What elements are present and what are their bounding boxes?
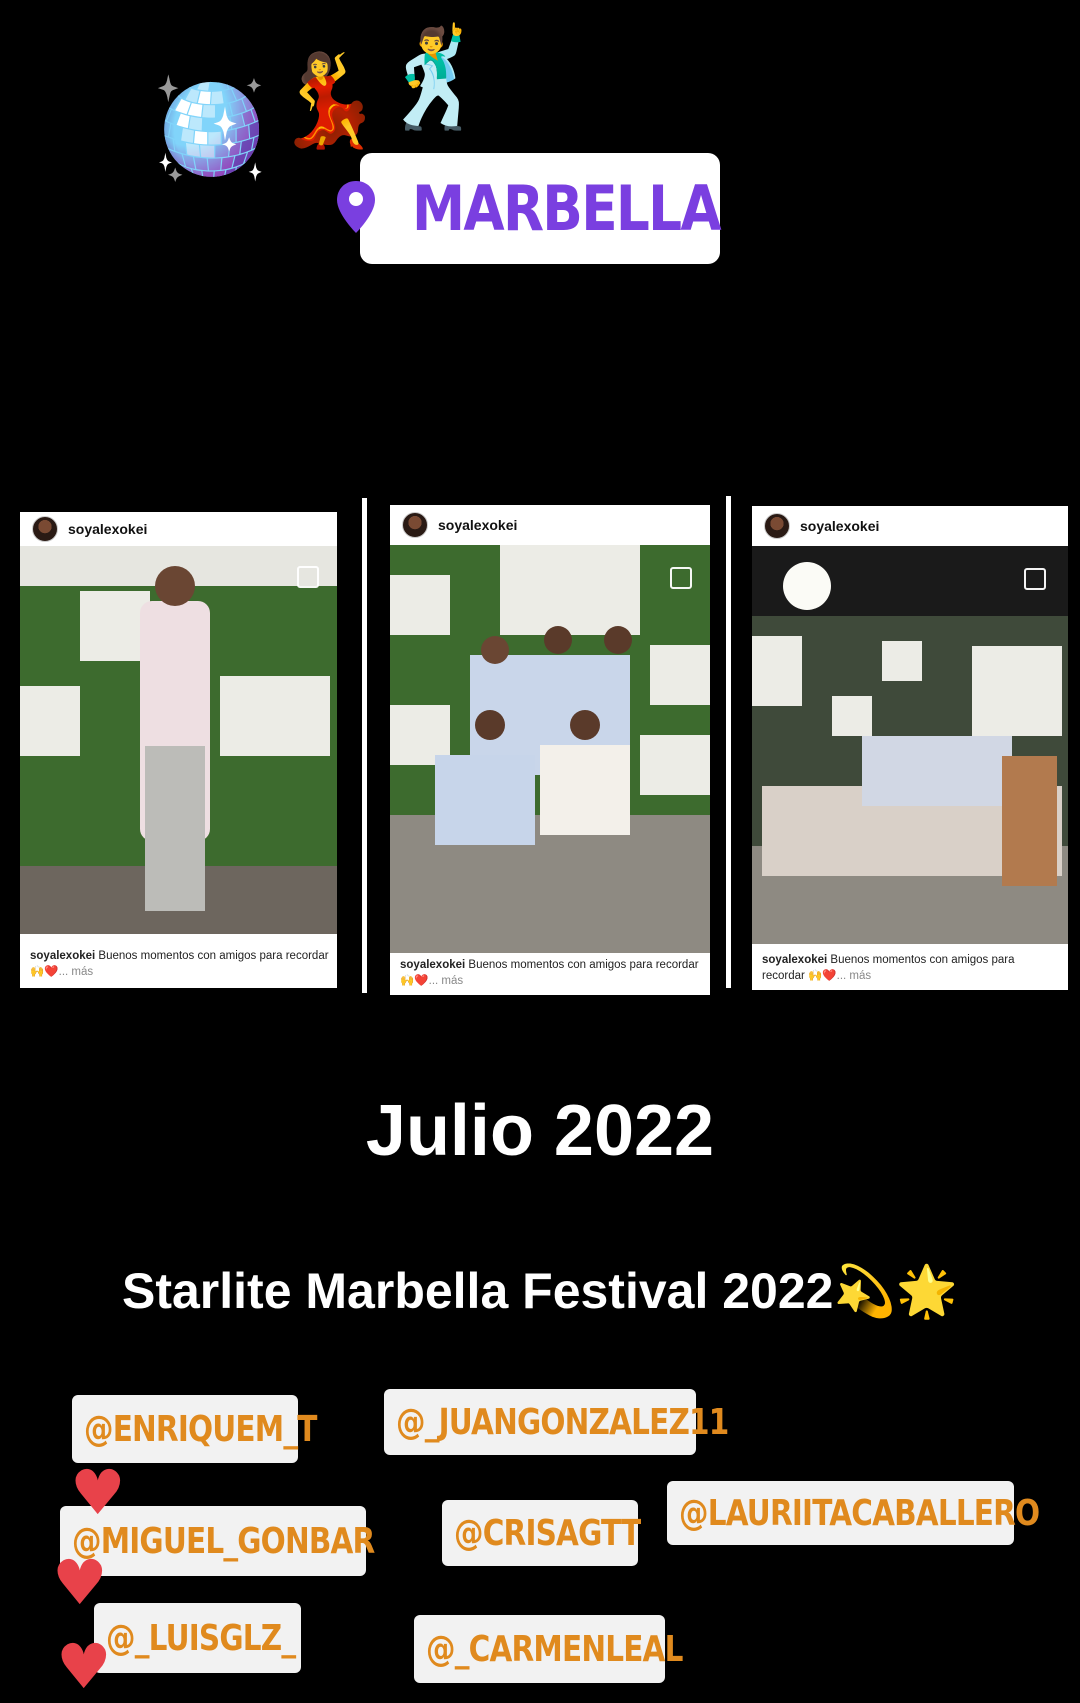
post-caption: soyalexokei Buenos momentos con amigos p… (30, 950, 329, 978)
heart-icon: ♥ (70, 1456, 126, 1529)
divider (362, 498, 367, 993)
mention-sticker[interactable]: @LAURIITACABALLERO (667, 1481, 1040, 1545)
post-username[interactable]: soyalexokei (438, 517, 517, 533)
avatar[interactable] (764, 513, 790, 539)
post-caption: soyalexokei Buenos momentos con amigos p… (762, 954, 1015, 982)
post-photo[interactable] (390, 545, 710, 953)
dancer-man-sticker: 🕺 (376, 22, 496, 134)
mention-sticker[interactable]: @_JUANGONZALEZ11 (384, 1389, 729, 1455)
disco-ball-sticker: 🪩 (150, 72, 270, 184)
post-header: soyalexokei (390, 505, 710, 545)
heart-icon: ♥ (56, 1630, 112, 1703)
post-card-2[interactable]: soyalexokei soyalexokei Buenos momentos … (390, 505, 710, 995)
event-title: Starlite Marbella Festival 2022💫🌟 (122, 1263, 958, 1319)
avatar[interactable] (32, 516, 58, 542)
mention-sticker[interactable]: @ENRIQUEM_T (72, 1395, 317, 1463)
more-link[interactable]: ... más (59, 966, 94, 978)
location-sticker[interactable]: MARBELLA (336, 153, 722, 264)
multiple-photos-icon (1024, 568, 1046, 590)
more-link[interactable]: ... más (837, 970, 872, 982)
post-photo[interactable] (752, 546, 1068, 944)
post-header: soyalexokei (20, 512, 337, 546)
mention-sticker[interactable]: @CRISAGTT (442, 1500, 641, 1566)
location-label: MARBELLA (412, 172, 722, 245)
multiple-photos-icon (670, 567, 692, 589)
mention-sticker[interactable]: @_CARMENLEAL (414, 1615, 683, 1683)
location-pin-icon (335, 179, 377, 239)
dancer-woman-sticker: 💃 (272, 48, 385, 153)
post-photo[interactable] (20, 546, 337, 934)
post-card-1[interactable]: soyalexokei soyalexokei Buenos momentos … (20, 512, 337, 988)
post-header: soyalexokei (752, 506, 1068, 546)
post-caption: soyalexokei Buenos momentos con amigos p… (400, 959, 699, 987)
more-link[interactable]: ... más (429, 975, 464, 987)
date-title: Julio 2022 (365, 1091, 715, 1171)
multiple-photos-icon (297, 566, 319, 588)
mention-sticker[interactable]: @_LUISGLZ_ (94, 1603, 301, 1673)
heart-icon: ♥ (52, 1546, 108, 1619)
divider (726, 496, 731, 988)
avatar[interactable] (402, 512, 428, 538)
post-card-3[interactable]: soyalexokei soyalexokei Buenos momentos … (752, 506, 1068, 990)
post-username[interactable]: soyalexokei (800, 518, 879, 534)
post-username[interactable]: soyalexokei (68, 521, 147, 537)
